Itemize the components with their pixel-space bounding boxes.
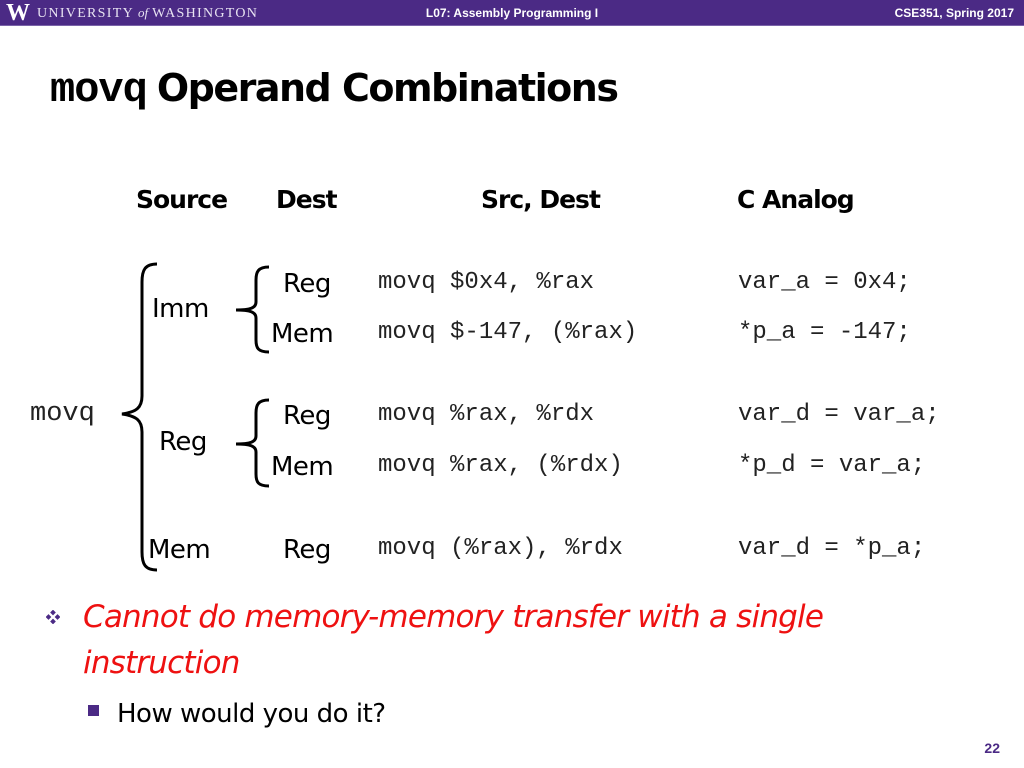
c-analog: *p_a = -147; [738, 319, 911, 346]
column-header-dest: Dest [276, 185, 338, 214]
source-label-imm: Imm [152, 294, 209, 324]
dest-label: Mem [271, 319, 334, 349]
dest-label: Reg [283, 401, 331, 431]
asm-instruction: movq $-147, (%rax) [378, 319, 638, 346]
c-analog: var_a = 0x4; [738, 269, 911, 296]
root-label-movq: movq [30, 399, 95, 429]
c-analog: var_d = var_a; [738, 401, 940, 428]
asm-instruction: movq (%rax), %rdx [378, 535, 623, 562]
column-header-src-dest: Src, Dest [481, 185, 601, 214]
square-bullet-icon [88, 705, 99, 716]
slide-title-text: Operand Combinations [156, 66, 619, 110]
asm-instruction: movq %rax, %rdx [378, 401, 595, 428]
source-label-mem: Mem [148, 535, 211, 565]
course-label: CSE351, Spring 2017 [894, 6, 1014, 20]
column-header-c-analog: C Analog [737, 185, 855, 214]
source-label-reg: Reg [159, 427, 207, 457]
page-number: 22 [984, 740, 1000, 756]
slide-title-code: movq [50, 66, 148, 114]
header-bar: W UNIVERSITY of WASHINGTON L07: Assembly P… [0, 0, 1024, 26]
slide-title: movq Operand Combinations [50, 66, 619, 122]
c-analog: var_d = *p_a; [738, 535, 926, 562]
asm-instruction: movq $0x4, %rax [378, 269, 595, 296]
sub-bullet-text: How would you do it? [117, 699, 386, 729]
asm-instruction: movq %rax, (%rdx) [378, 452, 623, 479]
bullet-text-memory-transfer: Cannot do memory-memory transfer with a … [83, 599, 824, 681]
dest-label: Mem [271, 452, 334, 482]
reg-brace-icon [235, 398, 270, 488]
lecture-title: L07: Assembly Programming I [425, 6, 599, 20]
dest-label: Reg [283, 269, 331, 299]
diamond-cluster-bullet-icon [46, 610, 60, 624]
column-header-source: Source [136, 185, 228, 214]
dest-label: Reg [283, 535, 331, 565]
imm-brace-icon [235, 265, 270, 354]
c-analog: *p_d = var_a; [738, 452, 926, 479]
